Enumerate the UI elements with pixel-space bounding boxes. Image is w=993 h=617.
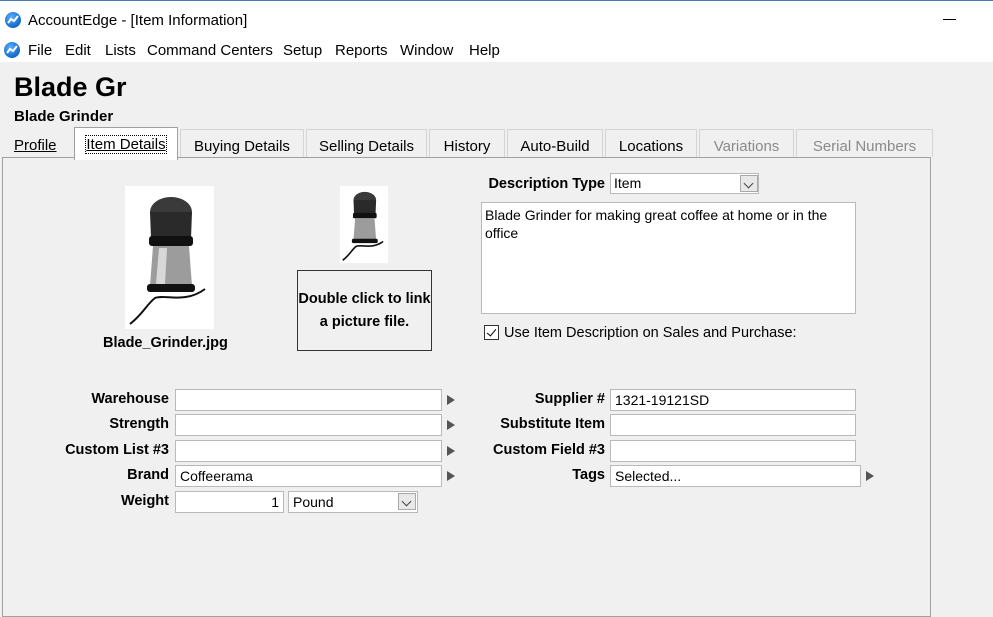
custom-field-3-input[interactable]	[610, 440, 856, 462]
tab-auto-build[interactable]: Auto-Build	[507, 129, 603, 157]
strength-input[interactable]	[175, 414, 442, 436]
brand-input[interactable]: Coffeerama	[175, 465, 442, 487]
menu-lists[interactable]: Lists	[105, 42, 136, 59]
tab-item-details[interactable]: Item Details	[74, 127, 178, 160]
tab-variations: Variations	[699, 129, 794, 157]
menu-file[interactable]: File	[28, 42, 52, 59]
use-item-description-checkbox[interactable]	[484, 325, 499, 340]
weight-unit-value: Pound	[293, 494, 334, 510]
weight-input[interactable]: 1	[175, 491, 284, 513]
menu-edit[interactable]: Edit	[65, 42, 91, 59]
tab-profile[interactable]: Profile	[14, 129, 64, 157]
custom-field-3-label: Custom Field #3	[493, 442, 605, 458]
tags-input[interactable]: Selected...	[610, 465, 861, 487]
substitute-item-label: Substitute Item	[500, 416, 605, 432]
weight-label: Weight	[120, 493, 169, 509]
system-menu-icon[interactable]	[4, 42, 20, 58]
tab-selling-details[interactable]: Selling Details	[306, 129, 427, 157]
use-item-description-label: Use Item Description on Sales and Purcha…	[504, 325, 797, 341]
strength-label: Strength	[109, 416, 169, 432]
item-name-heading: Blade Gr	[14, 72, 127, 102]
description-type-select[interactable]: Item	[610, 173, 759, 194]
supplier-label: Supplier #	[534, 391, 605, 407]
brand-label: Brand	[127, 467, 169, 483]
menu-bar: File Edit Lists Command Centers Setup Re…	[0, 38, 993, 62]
description-type-label: Description Type	[488, 176, 605, 192]
item-information-window: Blade Gr Blade Grinder Profile Item Deta…	[0, 62, 993, 617]
tab-serial-numbers: Serial Numbers	[796, 129, 933, 157]
warehouse-label: Warehouse	[91, 391, 169, 407]
title-bar: AccountEdge - [Item Information]	[0, 0, 993, 38]
menu-window[interactable]: Window	[400, 42, 453, 59]
window-title: AccountEdge - [Item Information]	[28, 12, 248, 29]
blade-grinder-image	[129, 197, 206, 325]
minimize-button[interactable]	[930, 1, 970, 39]
tab-buying-details[interactable]: Buying Details	[180, 129, 304, 157]
warehouse-input[interactable]	[175, 389, 442, 411]
menu-help[interactable]: Help	[469, 42, 500, 59]
item-picture[interactable]	[125, 186, 214, 329]
description-type-dropdown-icon[interactable]	[740, 175, 758, 192]
tags-arrow-icon[interactable]	[866, 471, 874, 481]
item-subtitle: Blade Grinder	[14, 108, 114, 125]
tab-history[interactable]: History	[429, 129, 505, 157]
menu-reports[interactable]: Reports	[335, 42, 388, 59]
picture-filename: Blade_Grinder.jpg	[103, 335, 228, 351]
item-thumbnail[interactable]	[340, 186, 388, 263]
weight-unit-dropdown-icon[interactable]	[398, 493, 416, 510]
accountedge-logo-icon	[5, 12, 21, 28]
menu-setup[interactable]: Setup	[283, 42, 322, 59]
tab-locations[interactable]: Locations	[605, 129, 697, 157]
link-picture-box[interactable]: Double click to link a picture file.	[297, 270, 432, 351]
menu-command-centers[interactable]: Command Centers	[147, 42, 273, 59]
tags-label: Tags	[572, 467, 605, 483]
item-description-textarea[interactable]: Blade Grinder for making great coffee at…	[481, 202, 856, 314]
blade-grinder-thumbnail-image	[342, 191, 384, 261]
substitute-item-input[interactable]	[610, 414, 856, 436]
custom-list-3-input[interactable]	[175, 440, 442, 462]
description-type-value: Item	[614, 175, 642, 191]
custom-list-3-label: Custom List #3	[65, 442, 169, 458]
supplier-input[interactable]: 1321-19121SD	[610, 389, 856, 411]
